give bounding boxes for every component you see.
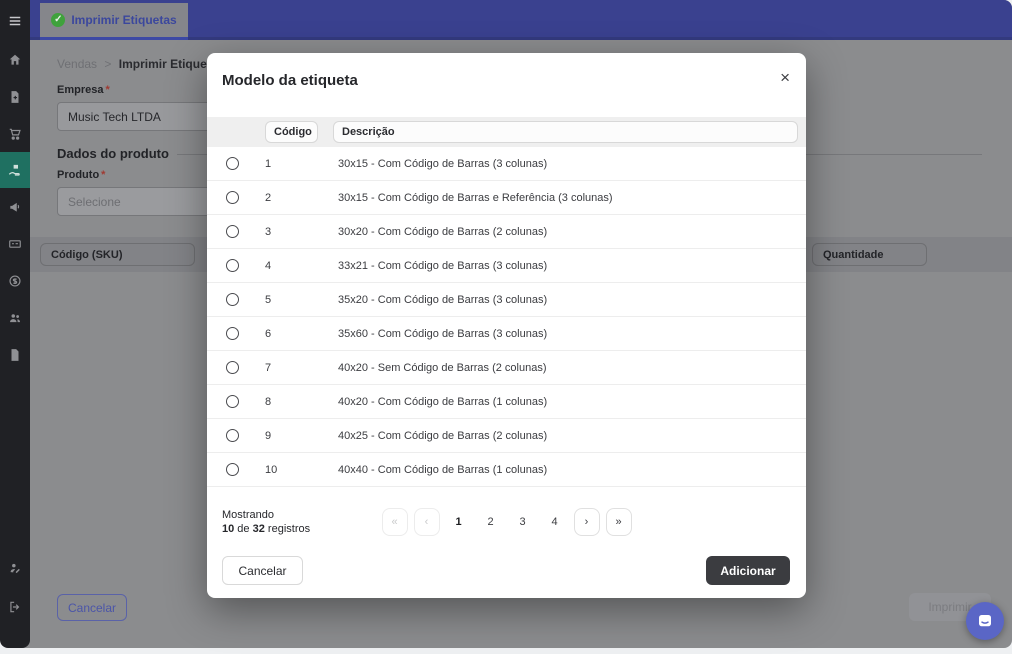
row-codigo: 9 <box>265 430 338 442</box>
check-circle-icon: ✓ <box>51 13 65 27</box>
row-descricao: 40x20 - Sem Código de Barras (2 colunas) <box>338 362 806 374</box>
row-codigo: 3 <box>265 226 338 238</box>
row-descricao: 30x15 - Com Código de Barras e Referênci… <box>338 192 806 204</box>
row-codigo: 8 <box>265 396 338 408</box>
document-icon[interactable] <box>0 340 30 370</box>
table-row[interactable]: 4 33x21 - Com Código de Barras (3 coluna… <box>207 249 806 283</box>
modal-modelo-etiqueta: Modelo da etiqueta × Código Descrição 1 … <box>207 53 806 598</box>
column-header-codigo[interactable]: Código <box>265 121 318 143</box>
user-edit-icon[interactable] <box>0 553 30 583</box>
radio-button[interactable] <box>226 395 239 408</box>
column-header-sku: Código (SKU) <box>40 243 195 266</box>
row-descricao: 30x15 - Com Código de Barras (3 colunas) <box>338 158 806 170</box>
produto-label: Produto* <box>57 169 105 181</box>
modal-table-header: Código Descrição <box>207 117 806 147</box>
column-header-quantidade: Quantidade <box>812 243 927 266</box>
table-row[interactable]: 10 40x40 - Com Código de Barras (1 colun… <box>207 453 806 487</box>
tab-imprimir-etiquetas[interactable]: ✓ Imprimir Etiquetas <box>40 3 188 40</box>
pagination-page[interactable]: 2 <box>478 508 504 536</box>
users-icon[interactable] <box>0 303 30 333</box>
row-descricao: 33x21 - Com Código de Barras (3 colunas) <box>338 260 806 272</box>
modal-table-body: 1 30x15 - Com Código de Barras (3 coluna… <box>207 147 806 487</box>
chat-launcher-button[interactable] <box>966 602 1004 640</box>
app-root: ✓ Imprimir Etiquetas Vendas > Imprimir E… <box>0 0 1012 654</box>
row-codigo: 6 <box>265 328 338 340</box>
table-row[interactable]: 3 30x20 - Com Código de Barras (2 coluna… <box>207 215 806 249</box>
row-descricao: 40x25 - Com Código de Barras (2 colunas) <box>338 430 806 442</box>
radio-button[interactable] <box>226 463 239 476</box>
hand-holding-icon[interactable] <box>0 152 30 188</box>
row-codigo: 4 <box>265 260 338 272</box>
page-cancel-button[interactable]: Cancelar <box>57 594 127 621</box>
breadcrumb-separator: > <box>104 57 111 71</box>
modal-add-button[interactable]: Adicionar <box>706 556 790 585</box>
pagination-page[interactable]: 4 <box>542 508 568 536</box>
file-plus-icon[interactable] <box>0 82 30 112</box>
dollar-circle-icon[interactable] <box>0 266 30 296</box>
required-mark: * <box>101 169 105 181</box>
row-codigo: 1 <box>265 158 338 170</box>
tab-label: Imprimir Etiquetas <box>71 13 176 27</box>
produto-placeholder: Selecione <box>68 195 121 209</box>
radio-button[interactable] <box>226 327 239 340</box>
row-codigo: 5 <box>265 294 338 306</box>
table-row[interactable]: 7 40x20 - Sem Código de Barras (2 coluna… <box>207 351 806 385</box>
column-header-descricao[interactable]: Descrição <box>333 121 798 143</box>
required-mark: * <box>105 84 109 96</box>
menu-icon[interactable] <box>0 6 30 36</box>
empresa-label: Empresa* <box>57 84 110 96</box>
section-title: Dados do produto <box>57 146 169 161</box>
table-row[interactable]: 6 35x60 - Com Código de Barras (3 coluna… <box>207 317 806 351</box>
row-descricao: 35x60 - Com Código de Barras (3 colunas) <box>338 328 806 340</box>
close-icon[interactable]: × <box>780 69 790 86</box>
row-codigo: 10 <box>265 464 338 476</box>
radio-button[interactable] <box>226 293 239 306</box>
table-row[interactable]: 8 40x20 - Com Código de Barras (1 coluna… <box>207 385 806 419</box>
pagination-page[interactable]: 3 <box>510 508 536 536</box>
radio-button[interactable] <box>226 191 239 204</box>
pagination-first-button[interactable]: « <box>382 508 408 536</box>
modal-title: Modelo da etiqueta <box>222 72 358 89</box>
row-codigo: 2 <box>265 192 338 204</box>
row-codigo: 7 <box>265 362 338 374</box>
breadcrumb-parent[interactable]: Vendas <box>57 57 97 71</box>
home-icon[interactable] <box>0 45 30 75</box>
radio-button[interactable] <box>226 157 239 170</box>
table-row[interactable]: 1 30x15 - Com Código de Barras (3 coluna… <box>207 147 806 181</box>
table-row[interactable]: 9 40x25 - Com Código de Barras (2 coluna… <box>207 419 806 453</box>
row-descricao: 40x40 - Com Código de Barras (1 colunas) <box>338 464 806 476</box>
pagination-page[interactable]: 1 <box>446 508 472 536</box>
pagination-last-button[interactable]: » <box>606 508 632 536</box>
chat-bubble-icon <box>976 612 994 630</box>
radio-button[interactable] <box>226 429 239 442</box>
radio-button[interactable] <box>226 259 239 272</box>
row-descricao: 40x20 - Com Código de Barras (1 colunas) <box>338 396 806 408</box>
radio-button[interactable] <box>226 361 239 374</box>
table-row[interactable]: 5 35x20 - Com Código de Barras (3 coluna… <box>207 283 806 317</box>
pagination: « ‹ 1234 › » <box>207 508 806 536</box>
money-check-icon[interactable] <box>0 229 30 259</box>
empresa-value: Music Tech LTDA <box>68 110 161 124</box>
breadcrumb: Vendas > Imprimir Etiquetas <box>57 57 224 71</box>
logout-icon[interactable] <box>0 592 30 622</box>
pagination-next-button[interactable]: › <box>574 508 600 536</box>
topbar: ✓ Imprimir Etiquetas <box>30 0 1012 40</box>
row-descricao: 30x20 - Com Código de Barras (2 colunas) <box>338 226 806 238</box>
table-row[interactable]: 2 30x15 - Com Código de Barras e Referên… <box>207 181 806 215</box>
radio-button[interactable] <box>226 225 239 238</box>
pagination-prev-button[interactable]: ‹ <box>414 508 440 536</box>
modal-cancel-button[interactable]: Cancelar <box>222 556 303 585</box>
cart-icon[interactable] <box>0 119 30 149</box>
row-descricao: 35x20 - Com Código de Barras (3 colunas) <box>338 294 806 306</box>
megaphone-icon[interactable] <box>0 192 30 222</box>
sidebar <box>0 0 30 648</box>
